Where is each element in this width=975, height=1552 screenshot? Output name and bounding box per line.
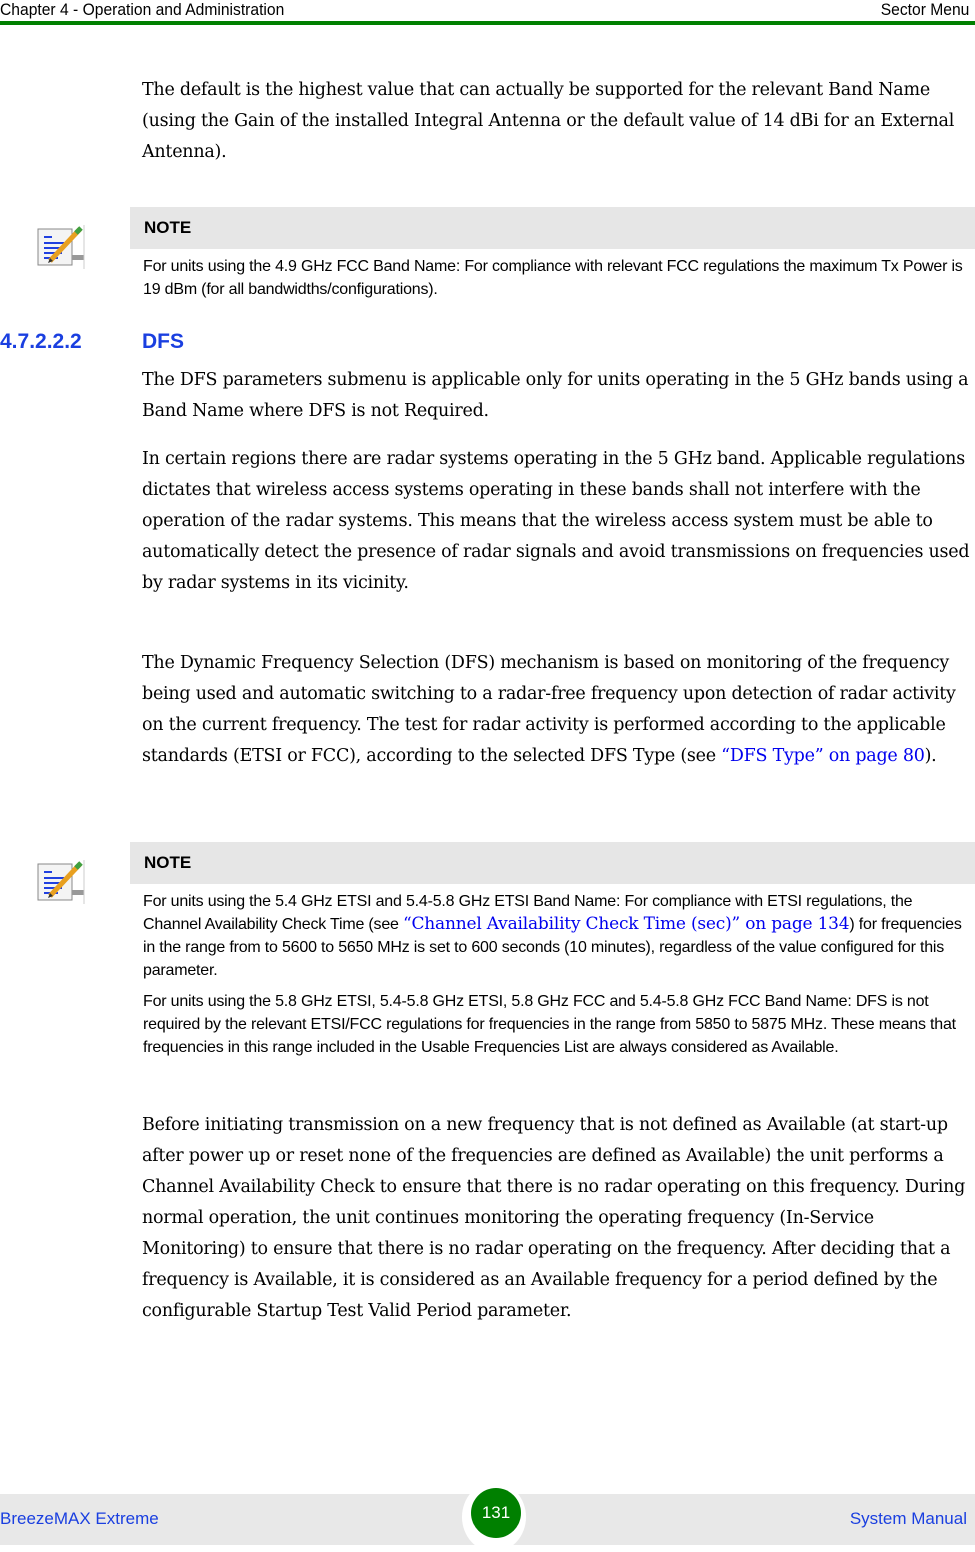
dfs-paragraph-3: The Dynamic Frequency Selection (DFS) me… [142, 648, 972, 772]
channel-availability-link[interactable]: “Channel Availability Check Time (sec)” … [403, 914, 850, 934]
note-pencil-icon [36, 856, 86, 906]
note-body: For units using the 4.9 GHz FCC Band Nam… [143, 255, 968, 309]
note-title: NOTE [130, 207, 975, 249]
note-body: For units using the 5.4 GHz ETSI and 5.4… [143, 890, 968, 1067]
dfs-type-link[interactable]: “DFS Type” on page 80 [721, 746, 925, 766]
manual-name: System Manual [849, 1509, 967, 1528]
intro-text: The default is the highest value that ca… [142, 80, 955, 162]
section-title: DFS [142, 330, 184, 353]
note-title-text: NOTE [144, 853, 192, 872]
paragraph-text: The DFS parameters submenu is applicable… [142, 370, 969, 421]
page-header: Chapter 4 - Operation and Administration… [0, 0, 975, 25]
section-number: 4.7.2.2.2 [0, 330, 82, 353]
note-text: For units using the 4.9 GHz FCC Band Nam… [143, 258, 963, 298]
dfs-paragraph-1: The DFS parameters submenu is applicable… [142, 365, 972, 427]
header-rule [0, 21, 975, 25]
note-text-1: For units using the 5.4 GHz ETSI and 5.4… [143, 890, 968, 982]
page-number: 131 [471, 1488, 521, 1538]
paragraph-text-end: ). [924, 746, 937, 766]
chapter-title: Chapter 4 - Operation and Administration [0, 0, 285, 19]
note-title: NOTE [130, 842, 975, 884]
dfs-paragraph-2: In certain regions there are radar syste… [142, 444, 972, 599]
note-title-text: NOTE [144, 218, 192, 237]
paragraph-text: The Dynamic Frequency Selection (DFS) me… [142, 648, 972, 772]
product-name: BreezeMAX Extreme [0, 1509, 159, 1528]
note-pencil-icon [36, 221, 86, 271]
paragraph-text: In certain regions there are radar syste… [142, 449, 970, 593]
note-text-2: For units using the 5.8 GHz ETSI, 5.4-5.… [143, 993, 956, 1056]
intro-paragraph: The default is the highest value that ca… [142, 75, 972, 168]
section-name: Sector Menu [880, 0, 969, 19]
dfs-paragraph-4: Before initiating transmission on a new … [142, 1110, 972, 1327]
page-footer: BreezeMAX Extreme 131 System Manual [0, 1482, 975, 1552]
paragraph-text: Before initiating transmission on a new … [142, 1115, 966, 1321]
